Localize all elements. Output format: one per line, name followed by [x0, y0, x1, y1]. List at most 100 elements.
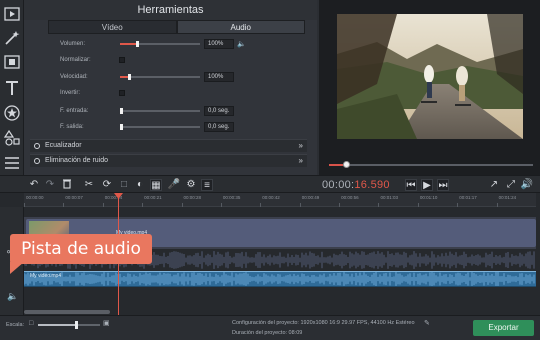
- double-chevron-icon: »: [298, 156, 303, 165]
- double-chevron-icon: »: [298, 141, 303, 150]
- fade-in-slider[interactable]: [120, 108, 200, 114]
- volume-icon[interactable]: 🔊: [520, 178, 534, 192]
- audio-track[interactable]: My video.mp4: [24, 271, 536, 287]
- ruler-tick: [496, 203, 498, 207]
- speed-value[interactable]: 100%: [204, 72, 234, 82]
- audio-waveform: [24, 272, 535, 286]
- scale-slider-handle[interactable]: [75, 321, 78, 329]
- fade-out-slider[interactable]: [120, 124, 200, 130]
- normalize-label: Normalizar:: [60, 57, 91, 63]
- ruler-tick-label: 00:01:03: [380, 195, 398, 200]
- seek-bar-fill: [329, 164, 343, 166]
- trash-icon[interactable]: [60, 178, 74, 192]
- ruler-tick: [181, 203, 183, 207]
- ruler-tick: [142, 203, 144, 207]
- volume-slider-fill: [120, 43, 136, 45]
- track-volume-icon[interactable]: 🔈: [7, 291, 18, 302]
- undo-icon[interactable]: ↶: [27, 178, 41, 192]
- tool-strip: [0, 0, 24, 175]
- status-bar: Escala: □ ▣ Configuración del proyecto: …: [0, 315, 540, 340]
- equalizer-section[interactable]: Ecualizador »: [30, 139, 307, 152]
- fade-in-value[interactable]: 0,0 seg.: [204, 106, 234, 116]
- preview-pane: [319, 0, 540, 175]
- panel-title: Herramientas: [24, 0, 317, 20]
- seek-bar[interactable]: [329, 161, 533, 168]
- fade-out-value[interactable]: 0,0 seg.: [204, 122, 234, 132]
- magic-wand-icon[interactable]: [2, 28, 22, 48]
- export-button[interactable]: Exportar: [473, 320, 534, 336]
- noise-removal-label: Eliminación de ruido: [45, 157, 109, 164]
- speed-slider[interactable]: [120, 74, 200, 80]
- fullscreen-icon[interactable]: ⤢: [504, 178, 518, 192]
- panel-tabs: Vídeo Audio: [48, 20, 305, 34]
- ruler-tick-label: 00:01:17: [459, 195, 477, 200]
- ruler-tick: [24, 203, 25, 207]
- timecode-seconds: 16.590: [354, 179, 390, 191]
- next-frame-icon[interactable]: ⏭: [437, 179, 449, 191]
- timecode-hours-minutes: 00:00:: [322, 179, 355, 191]
- detach-preview-icon[interactable]: ↗: [487, 178, 501, 192]
- fade-out-slider-handle[interactable]: [120, 124, 123, 130]
- ruler-tick-label: 00:00:42: [262, 195, 280, 200]
- timeline-scrollbar[interactable]: [24, 310, 110, 314]
- filters-icon[interactable]: [2, 52, 22, 72]
- stickers-icon[interactable]: [2, 103, 22, 123]
- project-duration: Duración del proyecto: 08:09: [232, 330, 303, 336]
- video-preview[interactable]: [337, 14, 523, 139]
- ruler-tick: [457, 203, 459, 207]
- fade-in-label: F. entrada:: [60, 108, 89, 114]
- volume-slider-handle[interactable]: [136, 41, 139, 47]
- redo-icon[interactable]: ↷: [43, 178, 57, 192]
- fade-in-slider-handle[interactable]: [120, 108, 123, 114]
- audio-track-callout: Pista de audio: [10, 234, 152, 264]
- cut-icon[interactable]: ✂: [82, 178, 96, 192]
- ruler-tick: [417, 203, 419, 207]
- project-settings: Configuración del proyecto: 1920x1080 16…: [232, 320, 415, 326]
- noise-removal-section[interactable]: Eliminación de ruido »: [30, 154, 307, 167]
- speed-row: Velocidad: 100%: [48, 71, 308, 83]
- equalizer-label: Ecualizador: [45, 142, 82, 149]
- ruler-tick-label: 00:00:35: [222, 195, 241, 200]
- settings-gear-icon[interactable]: ⚙: [184, 178, 198, 192]
- previous-frame-icon[interactable]: ⏮: [405, 179, 417, 191]
- seek-handle[interactable]: [343, 161, 350, 168]
- import-icon[interactable]: [2, 4, 22, 24]
- radio-circle-icon: [34, 158, 40, 164]
- audio-properties-icon[interactable]: ≡: [201, 179, 213, 191]
- zoom-out-icon[interactable]: □: [29, 320, 33, 327]
- ruler-tick: [102, 203, 104, 207]
- speaker-icon[interactable]: 🔈: [237, 39, 246, 51]
- color-adjust-icon[interactable]: ◐: [133, 178, 147, 192]
- tools-panel: Herramientas Vídeo Audio Volumen: 100% 🔈…: [24, 0, 336, 175]
- volume-row: Volumen: 100% 🔈: [48, 38, 308, 50]
- fade-out-label: F. salida:: [60, 124, 84, 130]
- normalize-row: Normalizar:: [48, 54, 308, 66]
- invert-row: Invertir:: [48, 87, 308, 99]
- scale-slider[interactable]: [38, 321, 100, 329]
- picture-icon[interactable]: ▦: [150, 179, 162, 191]
- ruler-tick: [260, 203, 262, 207]
- scale-label: Escala:: [6, 322, 25, 328]
- volume-value[interactable]: 100%: [204, 39, 234, 49]
- more-tools-icon[interactable]: [2, 153, 22, 173]
- play-icon[interactable]: ▶: [421, 179, 433, 191]
- time-ruler[interactable]: 00:00:00 00:00:07 00:00:14 00:00:21 00:00:28…: [24, 193, 536, 207]
- rotate-icon[interactable]: ⟳: [100, 178, 114, 192]
- pencil-icon[interactable]: ✎: [424, 319, 430, 327]
- shapes-icon[interactable]: [2, 128, 22, 148]
- speed-slider-handle[interactable]: [128, 74, 131, 80]
- microphone-icon[interactable]: 🎤: [167, 178, 181, 192]
- scale-slider-fill: [38, 324, 75, 326]
- invert-checkbox[interactable]: [119, 90, 125, 96]
- crop-icon[interactable]: □: [117, 178, 131, 192]
- ruler-tick-label: 00:00:07: [65, 195, 83, 200]
- tab-audio[interactable]: Audio: [176, 20, 305, 34]
- ruler-tick: [63, 203, 65, 207]
- ruler-tick: [220, 203, 222, 207]
- normalize-checkbox[interactable]: [119, 57, 125, 63]
- tab-video[interactable]: Vídeo: [48, 20, 177, 34]
- volume-slider[interactable]: [120, 41, 200, 47]
- ruler-tick: [299, 203, 301, 207]
- titles-icon[interactable]: [2, 78, 22, 98]
- zoom-in-icon[interactable]: ▣: [103, 319, 110, 327]
